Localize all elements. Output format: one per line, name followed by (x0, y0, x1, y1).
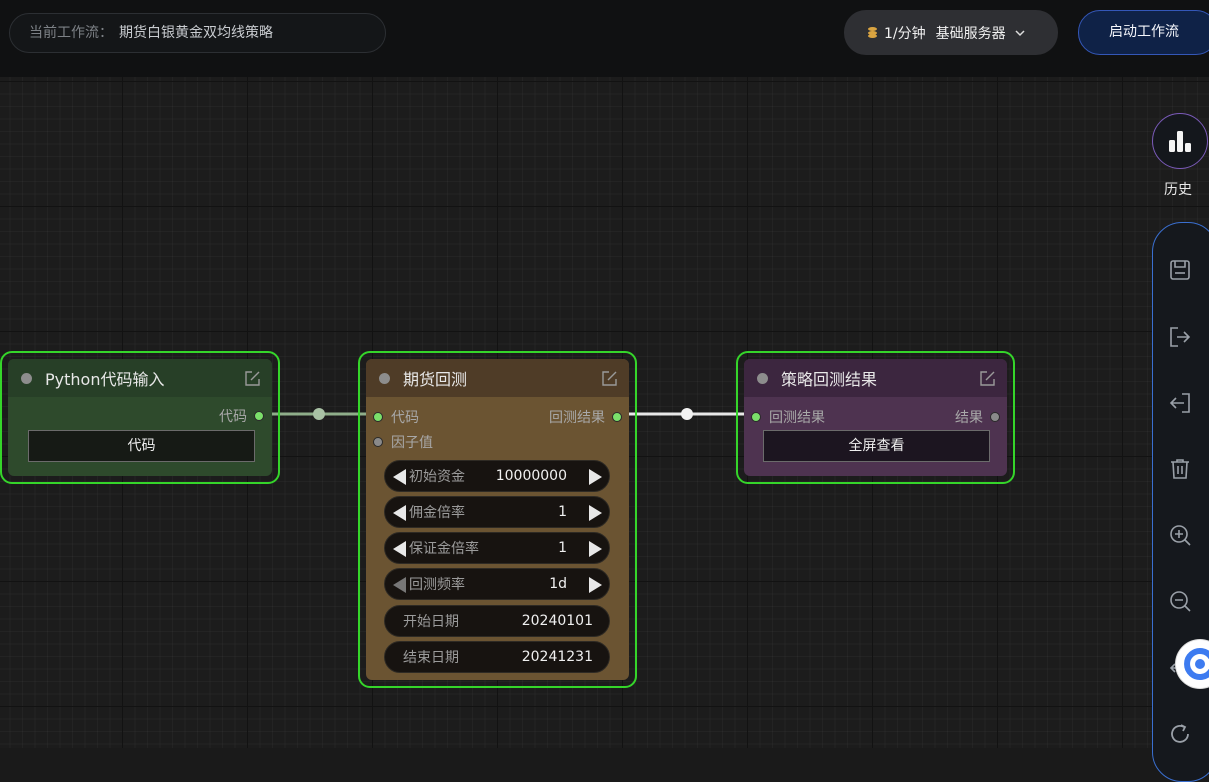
param-value: 1 (558, 540, 567, 556)
input-result-label: 回测结果 (769, 410, 825, 426)
edit-icon[interactable] (979, 370, 996, 387)
workflow-prefix-label: 当前工作流： (29, 25, 113, 41)
param-label: 结束日期 (403, 650, 459, 666)
export-icon[interactable] (1168, 325, 1192, 349)
history-button[interactable] (1152, 113, 1208, 169)
param-label: 开始日期 (403, 614, 459, 630)
param-label: 保证金倍率 (409, 541, 479, 557)
increment-arrow-icon[interactable] (589, 469, 602, 485)
input-code-label: 代码 (391, 410, 419, 426)
input-factor-label: 因子值 (391, 435, 433, 451)
backtest-input-factor-slot[interactable]: 因子值 (373, 432, 433, 452)
edit-icon[interactable] (244, 370, 261, 387)
server-select[interactable]: 1/分钟 基础服务器 (844, 10, 1058, 55)
start-workflow-button[interactable]: 启动工作流 (1078, 10, 1209, 55)
output-socket[interactable] (612, 412, 622, 422)
python-node-title: Python代码输入 (45, 370, 165, 389)
zoom-in-icon[interactable] (1168, 523, 1192, 547)
fullscreen-view-button[interactable]: 全屏查看 (763, 430, 990, 462)
result-input-slot[interactable]: 回测结果 (751, 407, 825, 427)
node-status-dot (21, 372, 32, 384)
backtest-node-header[interactable]: 期货回测 (366, 359, 629, 397)
param-initial-capital[interactable]: 初始资金 10000000 (384, 460, 610, 492)
result-node-title: 策略回测结果 (781, 370, 878, 389)
decrement-arrow-icon[interactable] (393, 541, 406, 557)
tool-sidebar (1152, 222, 1209, 782)
refresh-icon[interactable] (1168, 722, 1192, 746)
python-node-header[interactable]: Python代码输入 (8, 359, 272, 397)
history-label: 历史 (1164, 182, 1192, 198)
workflow-name: 期货白银黄金双均线策略 (119, 25, 273, 41)
backtest-input-code-slot[interactable]: 代码 (373, 407, 419, 427)
param-margin-rate[interactable]: 保证金倍率 1 (384, 532, 610, 564)
node-status-dot (757, 372, 768, 384)
increment-arrow-icon[interactable] (589, 505, 602, 521)
output-result-label: 回测结果 (549, 410, 605, 426)
param-value: 1 (558, 504, 567, 520)
assistant-logo-icon (1184, 648, 1209, 680)
param-value: 1d (549, 576, 567, 592)
result-output-slot[interactable]: 结果 (955, 407, 1000, 427)
python-output-code-slot[interactable]: 代码 (219, 406, 264, 426)
bar-chart-icon (1169, 131, 1191, 152)
futures-backtest-node[interactable]: 期货回测 代码 回测结果 因子值 初始资金 10000000 佣金倍率 1 保证… (358, 351, 637, 688)
decrement-arrow-icon[interactable] (393, 505, 406, 521)
top-bar: 当前工作流： 期货白银黄金双均线策略 1/分钟 基础服务器 启动工作流 (0, 0, 1209, 77)
param-label: 初始资金 (409, 469, 465, 485)
coin-icon (868, 27, 877, 38)
code-button[interactable]: 代码 (28, 430, 255, 462)
edit-icon[interactable] (601, 370, 618, 387)
decrement-arrow-icon[interactable] (393, 577, 406, 593)
result-node-header[interactable]: 策略回测结果 (744, 359, 1007, 397)
output-code-label: 代码 (219, 409, 247, 425)
increment-arrow-icon[interactable] (589, 577, 602, 593)
server-name: 基础服务器 (935, 25, 1006, 42)
import-icon[interactable] (1168, 391, 1192, 415)
strategy-result-node[interactable]: 策略回测结果 回测结果 结果 全屏查看 (736, 351, 1015, 484)
param-label: 回测频率 (409, 577, 465, 593)
chevron-down-icon (1014, 27, 1026, 39)
output-result-label: 结果 (955, 410, 983, 426)
input-socket[interactable] (373, 437, 383, 447)
node-status-dot (379, 372, 390, 384)
input-socket[interactable] (751, 412, 761, 422)
rate-text: 1/分钟 (884, 25, 926, 42)
backtest-output-result-slot[interactable]: 回测结果 (549, 407, 622, 427)
param-value: 20241231 (521, 649, 593, 665)
decrement-arrow-icon[interactable] (393, 469, 406, 485)
end-date-field[interactable]: 结束日期 20241231 (384, 641, 610, 673)
backtest-node-title: 期货回测 (403, 370, 468, 389)
param-value: 10000000 (495, 468, 567, 484)
param-frequency[interactable]: 回测频率 1d (384, 568, 610, 600)
input-socket[interactable] (373, 412, 383, 422)
python-input-node[interactable]: Python代码输入 代码 代码 (0, 351, 280, 484)
output-socket[interactable] (990, 412, 1000, 422)
current-workflow-field[interactable]: 当前工作流： 期货白银黄金双均线策略 (9, 13, 386, 53)
output-socket[interactable] (254, 411, 264, 421)
save-icon[interactable] (1168, 258, 1192, 282)
delete-icon[interactable] (1168, 457, 1192, 481)
increment-arrow-icon[interactable] (589, 541, 602, 557)
start-date-field[interactable]: 开始日期 20240101 (384, 605, 610, 637)
param-label: 佣金倍率 (409, 505, 465, 521)
param-commission-rate[interactable]: 佣金倍率 1 (384, 496, 610, 528)
param-value: 20240101 (521, 613, 593, 629)
zoom-out-icon[interactable] (1168, 589, 1192, 613)
